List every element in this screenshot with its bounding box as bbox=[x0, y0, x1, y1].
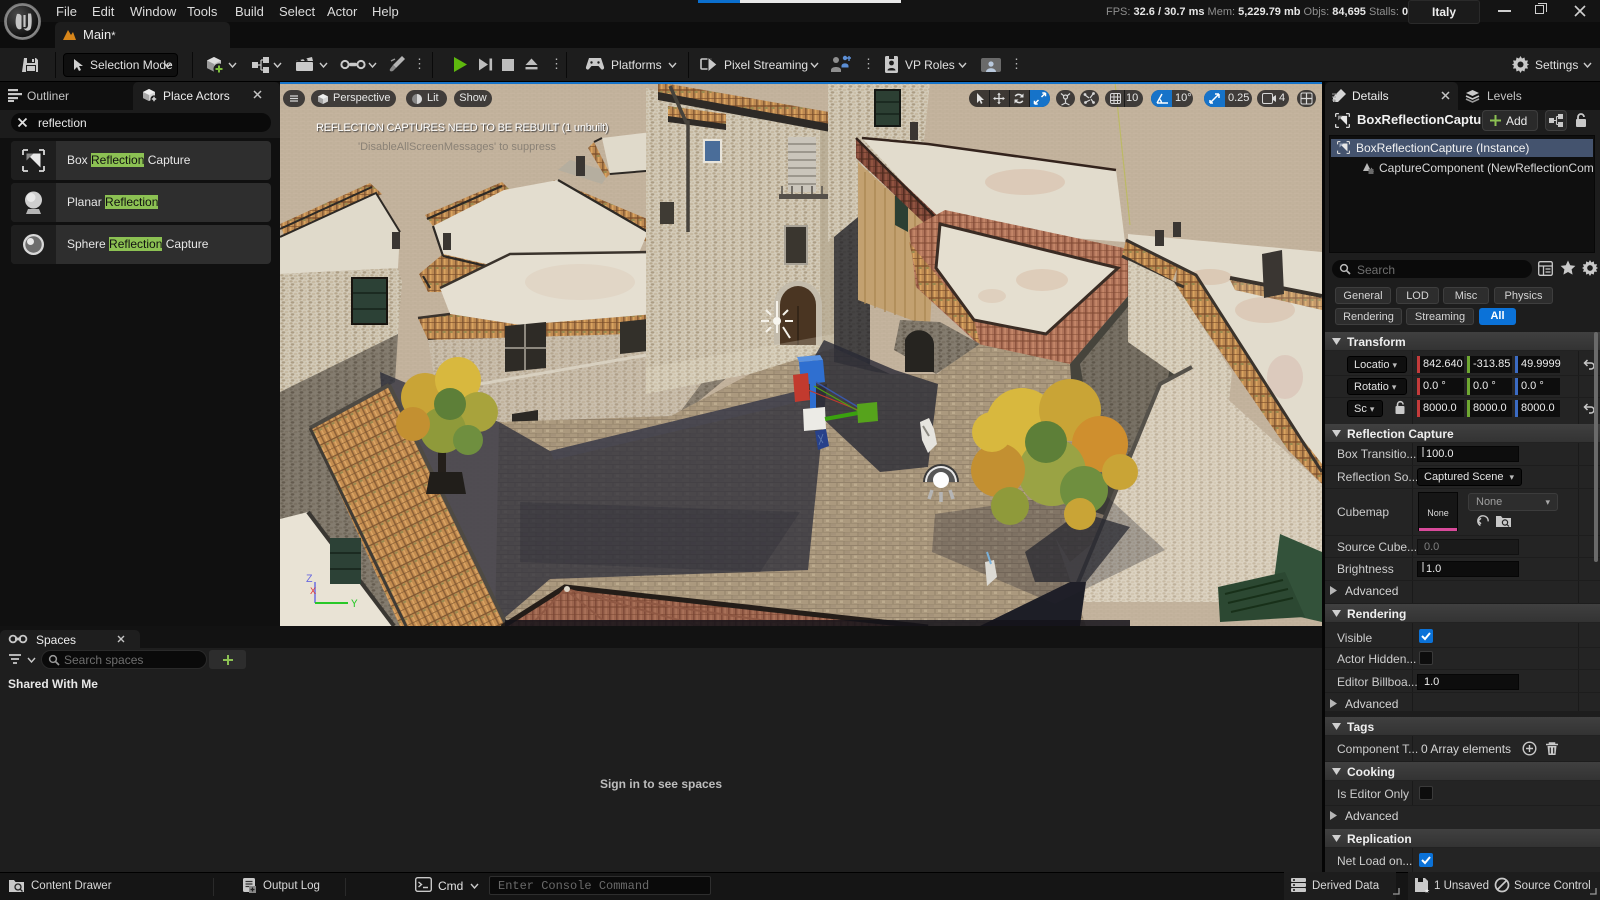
svg-text:X: X bbox=[310, 587, 316, 598]
svg-text:Y: Y bbox=[351, 599, 358, 611]
svg-text:Z: Z bbox=[306, 574, 313, 586]
